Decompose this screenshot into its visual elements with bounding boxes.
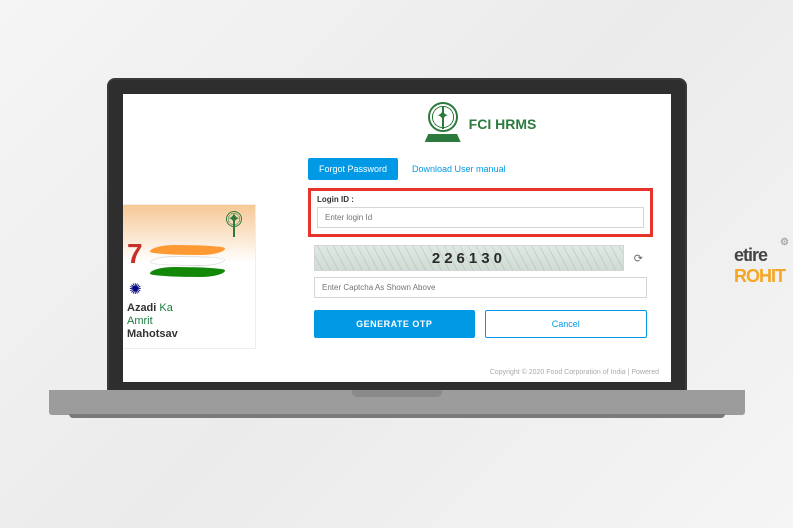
watermark-text-e: e [758, 245, 767, 265]
download-manual-link[interactable]: Download User manual [412, 164, 506, 174]
banner-text: Azadi Ka Amrit Mahotsav [127, 302, 178, 342]
fan-icon: ⚙ [780, 237, 788, 248]
fci-mini-logo [225, 211, 243, 229]
laptop-mockup: 7 ✺ Azadi Ka Amrit Mahotsav [107, 78, 687, 448]
laptop-notch [352, 390, 442, 397]
laptop-foot [69, 414, 725, 418]
laptop-base [49, 390, 745, 415]
screen-frame: 7 ✺ Azadi Ka Amrit Mahotsav [107, 78, 687, 398]
screen-content: 7 ✺ Azadi Ka Amrit Mahotsav [123, 94, 671, 382]
refresh-captcha-icon[interactable]: ⟳ [630, 252, 647, 265]
fci-logo-icon [425, 102, 461, 146]
watermark-text-bottom: ROHIT [734, 266, 785, 286]
header-logo-row: FCI HRMS [308, 102, 653, 146]
footer-copyright: Copyright © 2020 Food Corporation of Ind… [490, 369, 659, 376]
banner-number: 7 [127, 238, 143, 270]
login-id-label: Login ID : [317, 195, 644, 204]
captcha-image: 226130 [314, 245, 624, 271]
tab-forgot-password[interactable]: Forgot Password [308, 158, 398, 180]
watermark-text: etir [734, 245, 758, 265]
login-id-highlight: Login ID : [308, 188, 653, 237]
app-title: FCI HRMS [469, 116, 537, 132]
tab-row: Forgot Password Download User manual [308, 158, 653, 180]
watermark: ⚙ etire ROHIT [734, 245, 785, 287]
captcha-input[interactable] [314, 277, 647, 298]
generate-otp-button[interactable]: GENERATE OTP [314, 310, 475, 338]
azadi-banner: 7 ✺ Azadi Ka Amrit Mahotsav [123, 204, 256, 349]
india-flag-icon [150, 245, 225, 277]
ashoka-chakra-icon: ✺ [129, 280, 142, 298]
captcha-code: 226130 [432, 250, 506, 267]
cancel-button[interactable]: Cancel [485, 310, 648, 338]
login-id-input[interactable] [317, 207, 644, 228]
